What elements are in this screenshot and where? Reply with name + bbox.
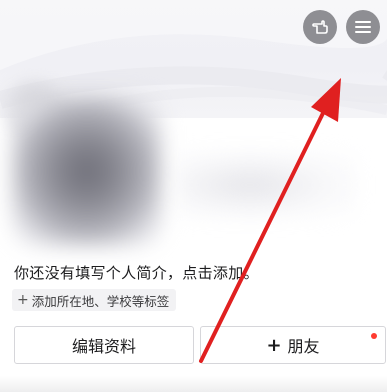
blurred-username	[178, 150, 358, 220]
edit-profile-label: 编辑资料	[71, 337, 136, 356]
add-friend-button[interactable]: + 朋友	[200, 326, 386, 364]
bottom-edge	[0, 376, 387, 392]
edit-profile-button[interactable]: 编辑资料	[14, 326, 194, 364]
avatar[interactable]	[12, 96, 162, 246]
plus-icon: +	[266, 334, 282, 356]
profile-screen: 你还没有填写个人简介，点击添加。 + 添加所在地、学校等标签 编辑资料 + 朋友	[0, 0, 387, 392]
notification-dot	[371, 333, 377, 339]
add-friend-label: 朋友	[287, 337, 320, 356]
plus-icon: +	[17, 292, 29, 308]
bio-prompt[interactable]: 你还没有填写个人简介，点击添加。	[14, 262, 259, 283]
menu-icon[interactable]	[346, 10, 380, 44]
add-tag-label: 添加所在地、学校等标签	[31, 293, 170, 309]
add-tag-button[interactable]: + 添加所在地、学校等标签	[12, 289, 177, 311]
hand-pointer-icon[interactable]	[303, 10, 337, 44]
